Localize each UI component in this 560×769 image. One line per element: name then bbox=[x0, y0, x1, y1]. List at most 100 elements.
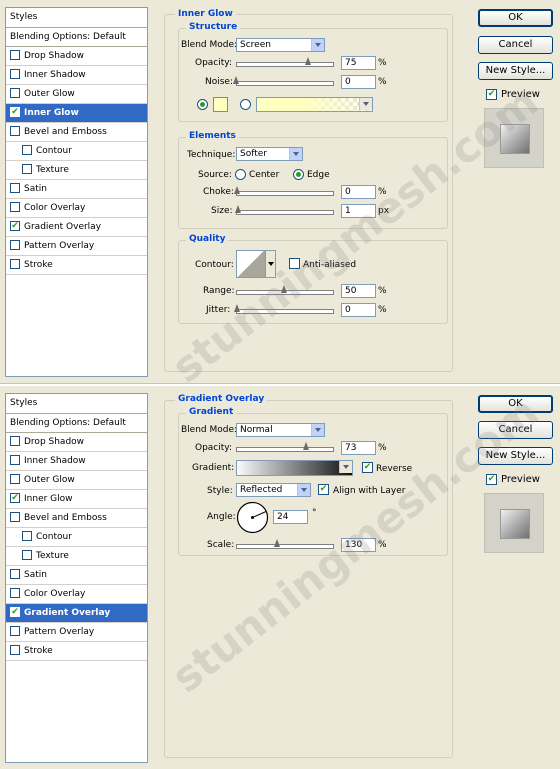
styles-item-inner-shadow[interactable]: Inner Shadow bbox=[6, 66, 147, 85]
style-checkbox[interactable] bbox=[10, 625, 20, 636]
styles-item-contour[interactable]: Contour bbox=[6, 528, 147, 547]
blending-options-item[interactable]: Blending Options: Default bbox=[6, 414, 147, 433]
size-slider-thumb[interactable] bbox=[235, 205, 242, 213]
style-checkbox[interactable]: ✔ bbox=[10, 606, 20, 617]
glow-color-swatch[interactable] bbox=[213, 97, 228, 112]
gradient-radio[interactable] bbox=[240, 99, 251, 110]
styles-item-satin[interactable]: Satin bbox=[6, 566, 147, 585]
styles-item-bevel-and-emboss[interactable]: Bevel and Emboss bbox=[6, 123, 147, 142]
jitter-slider[interactable] bbox=[234, 304, 334, 314]
solid-color-radio[interactable] bbox=[197, 99, 208, 110]
cancel-button[interactable]: Cancel bbox=[478, 421, 553, 439]
styles-item-gradient-overlay[interactable]: ✔ Gradient Overlay bbox=[6, 218, 147, 237]
style-checkbox[interactable] bbox=[22, 163, 32, 174]
style-checkbox[interactable] bbox=[10, 473, 20, 484]
styles-item-bevel-and-emboss[interactable]: Bevel and Emboss bbox=[6, 509, 147, 528]
styles-item-inner-glow[interactable]: ✔ Inner Glow bbox=[6, 490, 147, 509]
styles-item-outer-glow[interactable]: Outer Glow bbox=[6, 471, 147, 490]
blend-mode-select[interactable]: Screen bbox=[236, 38, 325, 52]
align-with-layer-checkbox[interactable]: ✔ bbox=[318, 484, 329, 495]
style-checkbox[interactable] bbox=[10, 182, 20, 193]
style-checkbox[interactable] bbox=[10, 587, 20, 598]
contour-preview[interactable] bbox=[236, 250, 266, 278]
opacity-slider-thumb[interactable] bbox=[303, 442, 310, 450]
style-checkbox[interactable] bbox=[10, 239, 20, 250]
technique-select[interactable]: Softer bbox=[236, 147, 303, 161]
styles-item-color-overlay[interactable]: Color Overlay bbox=[6, 199, 147, 218]
ok-button[interactable]: OK bbox=[478, 395, 553, 413]
source-center-radio[interactable] bbox=[235, 169, 246, 180]
opacity-slider[interactable] bbox=[236, 442, 334, 452]
styles-item-pattern-overlay[interactable]: Pattern Overlay bbox=[6, 237, 147, 256]
glow-gradient-picker[interactable] bbox=[256, 97, 373, 112]
blend-mode-select[interactable]: Normal bbox=[236, 423, 325, 437]
style-checkbox[interactable] bbox=[10, 511, 20, 522]
choke-slider[interactable] bbox=[234, 186, 334, 196]
anti-aliased-checkbox[interactable] bbox=[289, 258, 300, 269]
new-style-button[interactable]: New Style... bbox=[478, 62, 553, 80]
styles-item-gradient-overlay[interactable]: ✔ Gradient Overlay bbox=[6, 604, 147, 623]
styles-item-drop-shadow[interactable]: Drop Shadow bbox=[6, 47, 147, 66]
scale-slider[interactable] bbox=[236, 539, 334, 549]
angle-dial[interactable] bbox=[236, 501, 269, 534]
new-style-button[interactable]: New Style... bbox=[478, 447, 553, 465]
style-checkbox[interactable] bbox=[22, 530, 32, 541]
jitter-input[interactable]: 0 bbox=[341, 303, 376, 317]
range-input[interactable]: 50 bbox=[341, 284, 376, 298]
style-checkbox[interactable] bbox=[10, 201, 20, 212]
size-slider[interactable] bbox=[235, 205, 334, 215]
size-input[interactable]: 1 bbox=[341, 204, 376, 218]
scale-input[interactable]: 130 bbox=[341, 538, 376, 552]
gradient-picker[interactable] bbox=[236, 460, 353, 476]
styles-item-satin[interactable]: Satin bbox=[6, 180, 147, 199]
styles-item-color-overlay[interactable]: Color Overlay bbox=[6, 585, 147, 604]
noise-slider[interactable] bbox=[233, 76, 334, 86]
angle-input[interactable]: 24 bbox=[273, 510, 308, 524]
style-checkbox[interactable] bbox=[10, 68, 20, 79]
opacity-input[interactable]: 75 bbox=[341, 56, 376, 70]
choke-slider-thumb[interactable] bbox=[234, 186, 241, 194]
blending-options-item[interactable]: Blending Options: Default bbox=[6, 28, 147, 47]
range-slider[interactable] bbox=[236, 285, 334, 295]
style-checkbox[interactable]: ✔ bbox=[10, 220, 20, 231]
style-checkbox[interactable] bbox=[10, 435, 20, 446]
style-checkbox[interactable]: ✔ bbox=[10, 106, 20, 117]
style-checkbox[interactable] bbox=[22, 144, 32, 155]
opacity-slider-thumb[interactable] bbox=[305, 57, 312, 65]
style-checkbox[interactable] bbox=[10, 454, 20, 465]
style-select[interactable]: Reflected bbox=[236, 483, 311, 497]
style-checkbox[interactable] bbox=[10, 49, 20, 60]
styles-item-outer-glow[interactable]: Outer Glow bbox=[6, 85, 147, 104]
cancel-button[interactable]: Cancel bbox=[478, 36, 553, 54]
style-checkbox[interactable] bbox=[22, 549, 32, 560]
style-checkbox[interactable] bbox=[10, 258, 20, 269]
noise-slider-thumb[interactable] bbox=[233, 76, 240, 84]
scale-slider-thumb[interactable] bbox=[274, 539, 281, 547]
styles-item-inner-shadow[interactable]: Inner Shadow bbox=[6, 452, 147, 471]
range-slider-thumb[interactable] bbox=[281, 285, 288, 293]
styles-item-texture[interactable]: Texture bbox=[6, 547, 147, 566]
style-checkbox[interactable] bbox=[10, 644, 20, 655]
styles-item-texture[interactable]: Texture bbox=[6, 161, 147, 180]
styles-header[interactable]: Styles bbox=[6, 394, 147, 414]
style-checkbox[interactable] bbox=[10, 87, 20, 98]
source-edge-radio[interactable] bbox=[293, 169, 304, 180]
styles-item-drop-shadow[interactable]: Drop Shadow bbox=[6, 433, 147, 452]
choke-input[interactable]: 0 bbox=[341, 185, 376, 199]
style-checkbox[interactable]: ✔ bbox=[10, 492, 20, 503]
opacity-input[interactable]: 73 bbox=[341, 441, 376, 455]
preview-checkbox[interactable]: ✔ bbox=[486, 474, 497, 485]
reverse-checkbox[interactable]: ✔ bbox=[362, 462, 373, 473]
opacity-slider[interactable] bbox=[236, 57, 334, 67]
ok-button[interactable]: OK bbox=[478, 9, 553, 27]
styles-item-stroke[interactable]: Stroke bbox=[6, 642, 147, 661]
styles-item-inner-glow[interactable]: ✔ Inner Glow bbox=[6, 104, 147, 123]
style-checkbox[interactable] bbox=[10, 125, 20, 136]
styles-item-pattern-overlay[interactable]: Pattern Overlay bbox=[6, 623, 147, 642]
preview-checkbox[interactable]: ✔ bbox=[486, 89, 497, 100]
styles-header[interactable]: Styles bbox=[6, 8, 147, 28]
noise-input[interactable]: 0 bbox=[341, 75, 376, 89]
contour-dropdown[interactable] bbox=[266, 250, 276, 278]
styles-item-contour[interactable]: Contour bbox=[6, 142, 147, 161]
jitter-slider-thumb[interactable] bbox=[234, 304, 241, 312]
